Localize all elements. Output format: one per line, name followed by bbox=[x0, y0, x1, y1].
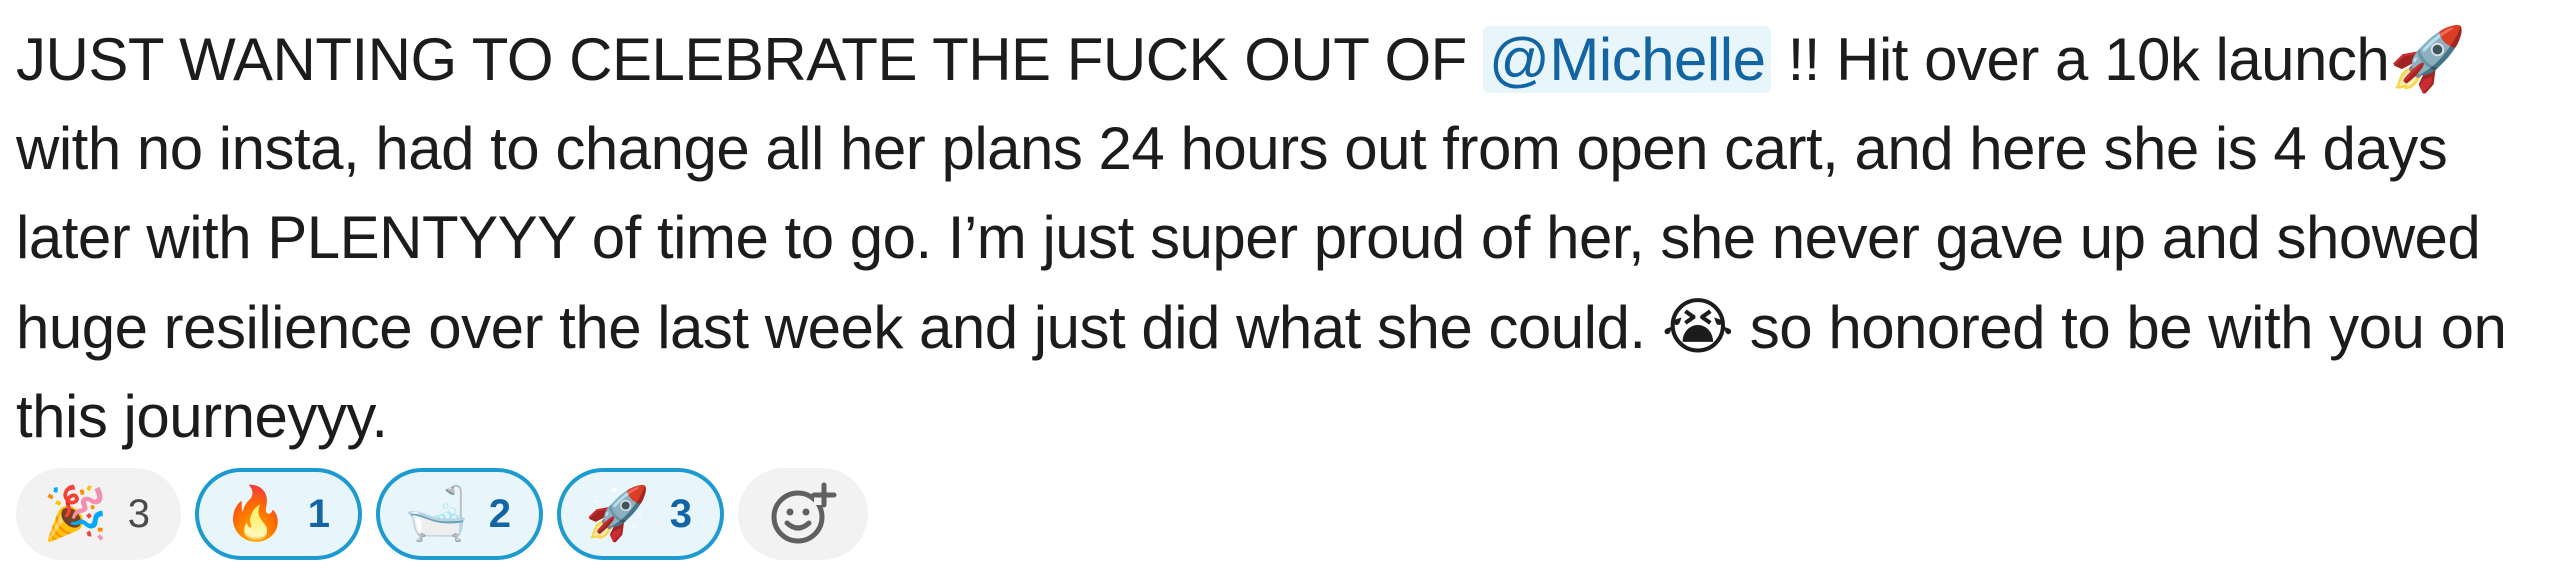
add-reaction-icon bbox=[771, 482, 837, 544]
crying-face-icon: 😭 bbox=[1661, 290, 1734, 363]
bathtub-icon: 🛁 bbox=[404, 484, 469, 544]
add-reaction-button[interactable] bbox=[738, 468, 868, 560]
reaction-count: 1 bbox=[307, 491, 330, 536]
reaction-count: 3 bbox=[127, 491, 150, 536]
reaction-count: 3 bbox=[669, 491, 692, 536]
fire-icon: 🔥 bbox=[223, 484, 288, 544]
message: JUST WANTING TO CELEBRATE THE FUCK OUT O… bbox=[16, 14, 2546, 461]
reaction-bathtub[interactable]: 🛁 2 bbox=[376, 468, 543, 560]
reaction-rocket[interactable]: 🚀 3 bbox=[557, 468, 724, 560]
message-text-part1: JUST WANTING TO CELEBRATE THE FUCK OUT O… bbox=[16, 26, 1483, 93]
rocket-icon: 🚀 bbox=[2389, 22, 2466, 95]
reaction-fire[interactable]: 🔥 1 bbox=[195, 468, 362, 560]
mention-michelle[interactable]: @Michelle bbox=[1482, 26, 1772, 93]
reactions-bar: 🎉 3 🔥 1 🛁 2 🚀 3 bbox=[16, 468, 868, 560]
rocket-icon: 🚀 bbox=[585, 484, 650, 544]
reaction-count: 2 bbox=[488, 491, 511, 536]
message-text-part2: !! Hit over a 10k launch bbox=[1771, 26, 2390, 93]
party-popper-icon: 🎉 bbox=[43, 484, 108, 544]
reaction-party-popper[interactable]: 🎉 3 bbox=[16, 468, 181, 560]
message-text: JUST WANTING TO CELEBRATE THE FUCK OUT O… bbox=[16, 14, 2546, 461]
